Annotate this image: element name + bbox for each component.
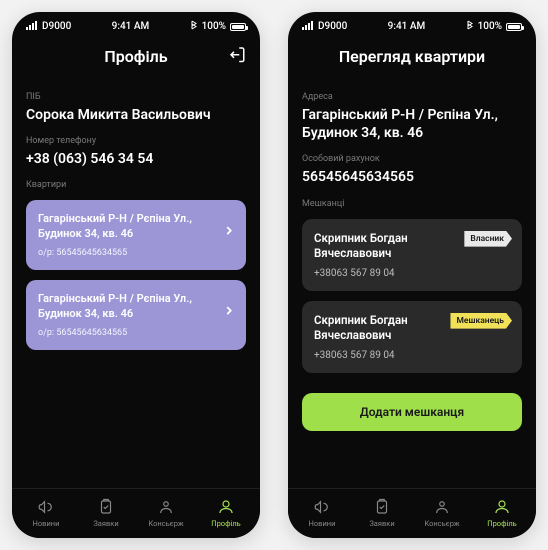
page-title: Перегляд квартири xyxy=(339,47,485,66)
concierge-icon xyxy=(432,497,452,517)
clipboard-icon xyxy=(96,497,116,517)
megaphone-icon xyxy=(312,497,332,517)
chevron-right-icon xyxy=(222,223,236,242)
residents-label: Мешканці xyxy=(302,199,522,209)
status-time: 9:41 AM xyxy=(112,21,150,32)
logout-button[interactable] xyxy=(228,45,246,67)
apartment-account: о/р: 56545645634565 xyxy=(38,248,234,258)
apartment-card[interactable]: Гагарінський Р-Н / Рєпіна Ул., Будинок 3… xyxy=(26,200,246,270)
tab-bar: Новини Заявки Консьєрж Профіль xyxy=(288,488,536,538)
tab-concierge[interactable]: Консьєрж xyxy=(418,497,466,528)
phone-value: +38 (063) 546 34 54 xyxy=(26,150,246,168)
profile-icon xyxy=(492,497,512,517)
megaphone-icon xyxy=(36,497,56,517)
account-label: Особовий рахунок xyxy=(302,154,522,164)
fullname-value: Сорока Микита Васильович xyxy=(26,106,246,124)
concierge-icon xyxy=(156,497,176,517)
address-label: Адреса xyxy=(302,92,522,102)
tab-news[interactable]: Новини xyxy=(298,497,346,528)
apartment-account: о/р: 56545645634565 xyxy=(38,328,234,338)
resident-badge: Мешканець xyxy=(450,313,512,329)
tab-concierge[interactable]: Консьєрж xyxy=(142,497,190,528)
page-title: Профіль xyxy=(104,47,167,66)
resident-card[interactable]: Скрипник Богдан Вячеславович +38063 567 … xyxy=(302,301,522,373)
tab-requests[interactable]: Заявки xyxy=(82,497,130,528)
battery-text: 100% xyxy=(202,21,226,32)
battery-icon xyxy=(230,23,246,31)
apartment-card[interactable]: Гагарінський Р-Н / Рєпіна Ул., Будинок 3… xyxy=(26,280,246,350)
tab-requests[interactable]: Заявки xyxy=(358,497,406,528)
address-value: Гагарінський Р-Н / Рєпіна Ул., Будинок 3… xyxy=(302,106,522,142)
status-time: 9:41 AM xyxy=(388,21,426,32)
resident-phone: +38063 567 89 04 xyxy=(314,350,510,361)
apartment-address: Гагарінський Р-Н / Рєпіна Ул., Будинок 3… xyxy=(38,212,234,242)
resident-card[interactable]: Скрипник Богдан Вячеславович +38063 567 … xyxy=(302,219,522,291)
signal-icon xyxy=(302,21,314,33)
profile-screen: D9000 9:41 AM 100% Профіль ПІБ Сорока Ми… xyxy=(12,12,260,538)
clipboard-icon xyxy=(372,497,392,517)
bluetooth-icon xyxy=(190,20,198,33)
bluetooth-icon xyxy=(466,20,474,33)
apartment-view-screen: D9000 9:41 AM 100% Перегляд квартири Адр… xyxy=(288,12,536,538)
account-value: 56545645634565 xyxy=(302,168,522,186)
signal-icon xyxy=(26,21,38,33)
header: Профіль xyxy=(12,37,260,80)
resident-phone: +38063 567 89 04 xyxy=(314,268,510,279)
tab-profile[interactable]: Профіль xyxy=(202,497,250,528)
owner-badge: Власник xyxy=(464,231,512,247)
status-bar: D9000 9:41 AM 100% xyxy=(12,12,260,37)
battery-icon xyxy=(506,23,522,31)
chevron-right-icon xyxy=(222,303,236,322)
phone-label: Номер телефону xyxy=(26,136,246,146)
battery-text: 100% xyxy=(478,21,502,32)
header: Перегляд квартири xyxy=(288,37,536,80)
tab-news[interactable]: Новини xyxy=(22,497,70,528)
fullname-label: ПІБ xyxy=(26,92,246,102)
status-bar: D9000 9:41 AM 100% xyxy=(288,12,536,37)
carrier-text: D9000 xyxy=(42,21,71,32)
apartments-label: Квартири xyxy=(26,180,246,190)
carrier-text: D9000 xyxy=(318,21,347,32)
apartment-address: Гагарінський Р-Н / Рєпіна Ул., Будинок 3… xyxy=(38,292,234,322)
tab-bar: Новини Заявки Консьєрж Профіль xyxy=(12,488,260,538)
add-resident-button[interactable]: Додати мешканця xyxy=(302,393,522,431)
tab-profile[interactable]: Профіль xyxy=(478,497,526,528)
profile-icon xyxy=(216,497,236,517)
